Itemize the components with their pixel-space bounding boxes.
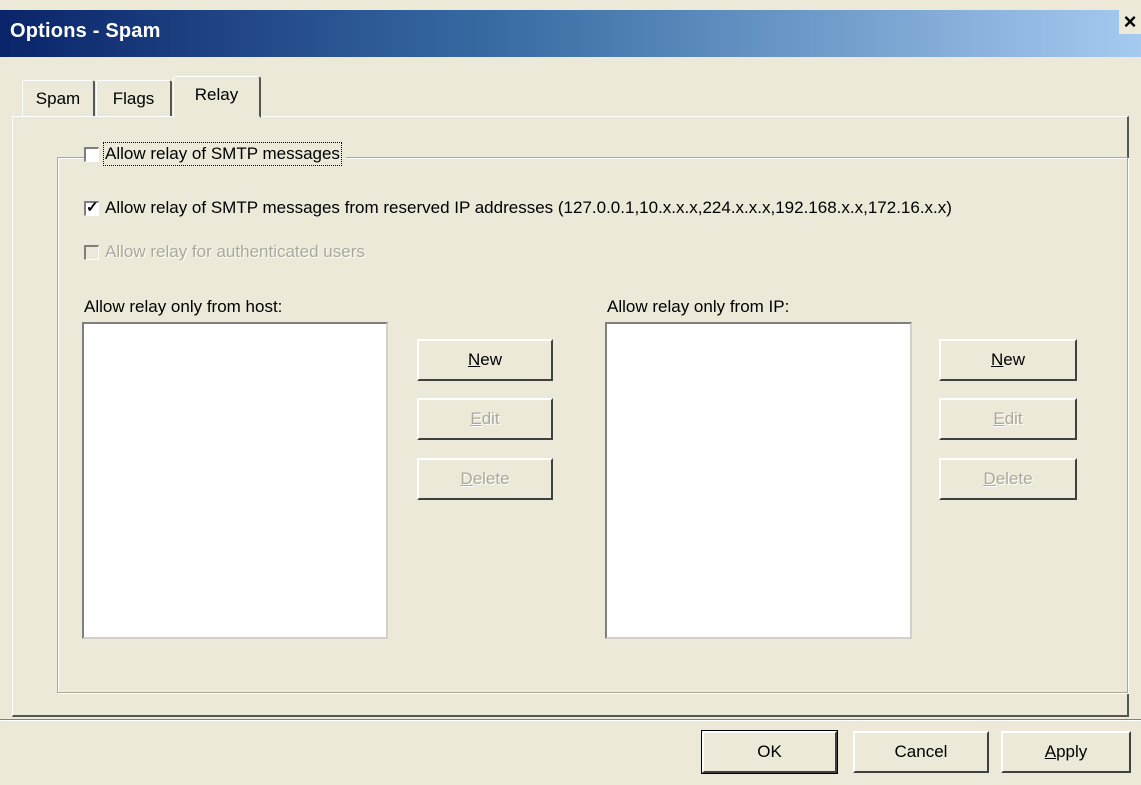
tab-spam-label: Spam [35, 89, 81, 108]
ok-button[interactable]: OK [701, 730, 838, 774]
ip-listbox[interactable] [605, 322, 912, 639]
allow-relay-smtp-row[interactable]: Allow relay of SMTP messages [84, 142, 346, 166]
ip-delete-rest: elete [995, 469, 1033, 488]
cancel-button[interactable]: Cancel [853, 731, 989, 773]
ip-delete-button[interactable]: Delete [939, 458, 1077, 500]
allow-authenticated-checkbox [84, 244, 99, 260]
host-new-rest: ew [480, 350, 502, 369]
host-listbox[interactable] [82, 322, 388, 639]
ok-label: OK [757, 742, 782, 761]
cancel-label: Cancel [894, 742, 948, 761]
host-list-label: Allow relay only from host: [84, 297, 283, 316]
host-edit-accel: E [470, 409, 482, 428]
allow-reserved-ip-row[interactable]: Allow relay of SMTP messages from reserv… [84, 198, 952, 218]
host-new-accel: N [467, 350, 481, 369]
tab-relay[interactable]: Relay [173, 76, 261, 118]
apply-accel: A [1044, 742, 1057, 761]
ip-delete-accel: D [983, 469, 996, 488]
close-button[interactable]: × [1119, 10, 1141, 34]
ip-edit-accel: E [993, 409, 1005, 428]
title-bar: Options - Spam [0, 10, 1141, 57]
host-new-button[interactable]: New [417, 339, 553, 381]
allow-relay-smtp-checkbox[interactable] [84, 146, 99, 162]
apply-rest: pply [1056, 742, 1088, 761]
host-delete-accel: D [460, 469, 473, 488]
window-title: Options - Spam [10, 20, 161, 42]
host-edit-button[interactable]: Edit [417, 398, 553, 440]
host-delete-rest: elete [472, 469, 510, 488]
tab-flags-label: Flags [112, 89, 155, 108]
ip-new-accel: N [990, 350, 1004, 369]
tab-flags[interactable]: Flags [96, 80, 172, 116]
allow-reserved-ip-checkbox[interactable] [84, 198, 99, 216]
allow-authenticated-row: Allow relay for authenticated users [84, 242, 365, 262]
allow-relay-smtp-label: Allow relay of SMTP messages [103, 142, 342, 166]
allow-reserved-ip-label: Allow relay of SMTP messages from reserv… [105, 198, 952, 217]
host-edit-rest: dit [481, 409, 500, 428]
host-delete-button[interactable]: Delete [417, 458, 553, 500]
footer-separator [0, 719, 1141, 721]
ip-edit-button[interactable]: Edit [939, 398, 1077, 440]
ip-new-button[interactable]: New [939, 339, 1077, 381]
ip-list-label: Allow relay only from IP: [607, 297, 790, 316]
allow-authenticated-label: Allow relay for authenticated users [105, 242, 365, 261]
ip-edit-rest: dit [1004, 409, 1023, 428]
close-icon: × [1123, 9, 1137, 34]
tab-spam[interactable]: Spam [22, 80, 95, 116]
ip-new-rest: ew [1003, 350, 1025, 369]
apply-button[interactable]: Apply [1001, 731, 1131, 773]
tab-relay-label: Relay [194, 85, 239, 104]
